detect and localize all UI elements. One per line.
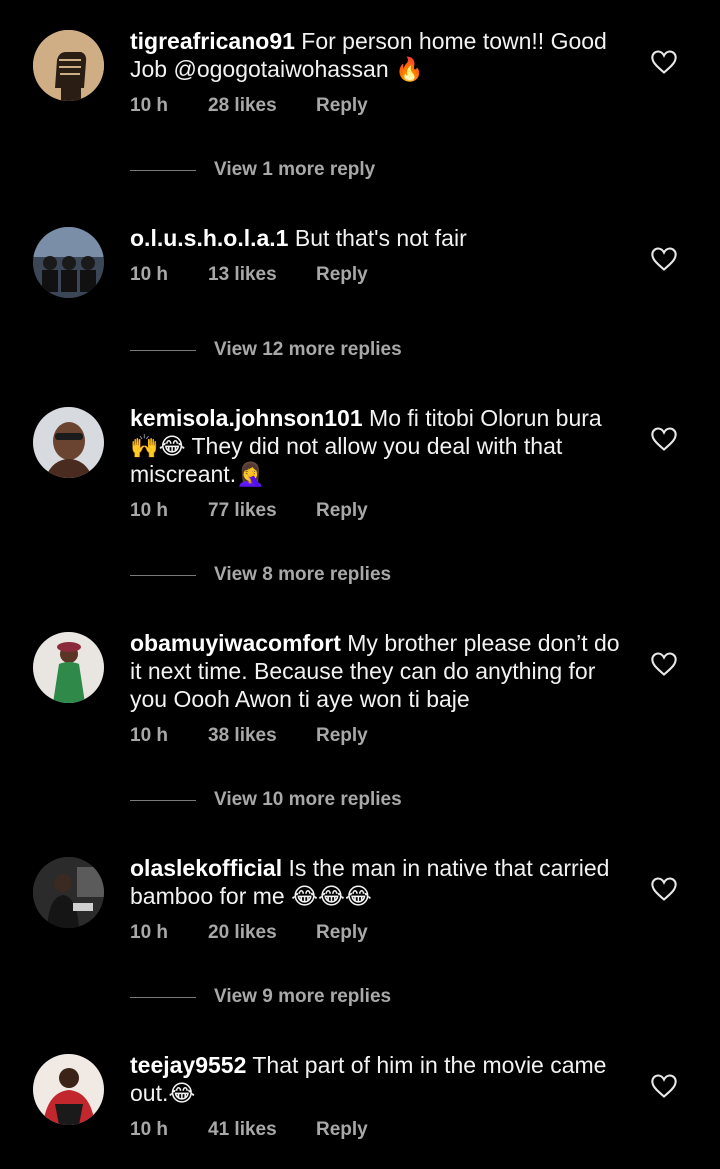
- comment-time: 10 h: [130, 500, 169, 521]
- view-replies-label: View 8 more replies: [214, 564, 392, 585]
- divider-line: [130, 800, 196, 801]
- divider-line: [130, 170, 196, 171]
- fist-avatar-image: [33, 30, 104, 101]
- comment-username[interactable]: obamuyiwacomfort: [130, 630, 341, 656]
- avatar[interactable]: [33, 407, 104, 478]
- woman-photo-avatar-image: [33, 407, 104, 478]
- man-at-desk-avatar-image: [33, 857, 104, 928]
- comment-username[interactable]: teejay9552: [130, 1052, 246, 1078]
- avatar[interactable]: [33, 227, 104, 298]
- view-replies-label: View 12 more replies: [214, 339, 402, 360]
- woman-in-red-avatar-image: [33, 1054, 104, 1125]
- avatar[interactable]: [33, 857, 104, 928]
- woman-in-green-avatar-image: [33, 632, 104, 703]
- comment-username[interactable]: o.l.u.s.h.o.l.a.1: [130, 225, 288, 251]
- comment-time: 10 h: [130, 264, 169, 285]
- like-heart-icon[interactable]: [650, 876, 678, 902]
- reply-button[interactable]: Reply: [316, 1118, 368, 1142]
- divider-line: [130, 997, 196, 998]
- comment-time: 10 h: [130, 95, 169, 116]
- comment-likes[interactable]: 38 likes: [208, 724, 277, 748]
- reply-button[interactable]: Reply: [316, 724, 368, 748]
- comment-text: But that's not fair: [294, 225, 467, 251]
- divider-line: [130, 575, 196, 576]
- comment-likes[interactable]: 41 likes: [208, 1118, 277, 1142]
- like-heart-icon[interactable]: [650, 651, 678, 677]
- like-heart-icon[interactable]: [650, 426, 678, 452]
- avatar[interactable]: [33, 30, 104, 101]
- avatar[interactable]: [33, 632, 104, 703]
- comment-likes[interactable]: 28 likes: [208, 94, 277, 118]
- divider-line: [130, 350, 196, 351]
- group-photo-avatar-image: [33, 227, 104, 298]
- comment-time: 10 h: [130, 1119, 169, 1140]
- comment-likes[interactable]: 20 likes: [208, 921, 277, 945]
- view-replies-label: View 1 more reply: [214, 159, 376, 180]
- comment-likes[interactable]: 13 likes: [208, 263, 277, 287]
- comment-time: 10 h: [130, 725, 169, 746]
- comment-username[interactable]: kemisola.johnson101: [130, 405, 363, 431]
- comment-likes[interactable]: 77 likes: [208, 499, 277, 523]
- view-replies-label: View 10 more replies: [214, 789, 402, 810]
- reply-button[interactable]: Reply: [316, 921, 368, 945]
- view-replies-label: View 9 more replies: [214, 986, 392, 1007]
- comment-time: 10 h: [130, 922, 169, 943]
- like-heart-icon[interactable]: [650, 1073, 678, 1099]
- avatar[interactable]: [33, 1054, 104, 1125]
- reply-button[interactable]: Reply: [316, 263, 368, 287]
- like-heart-icon[interactable]: [650, 246, 678, 272]
- comment-username[interactable]: tigreafricano91: [130, 28, 295, 54]
- reply-button[interactable]: Reply: [316, 94, 368, 118]
- reply-button[interactable]: Reply: [316, 499, 368, 523]
- like-heart-icon[interactable]: [650, 49, 678, 75]
- comment-username[interactable]: olaslekofficial: [130, 855, 282, 881]
